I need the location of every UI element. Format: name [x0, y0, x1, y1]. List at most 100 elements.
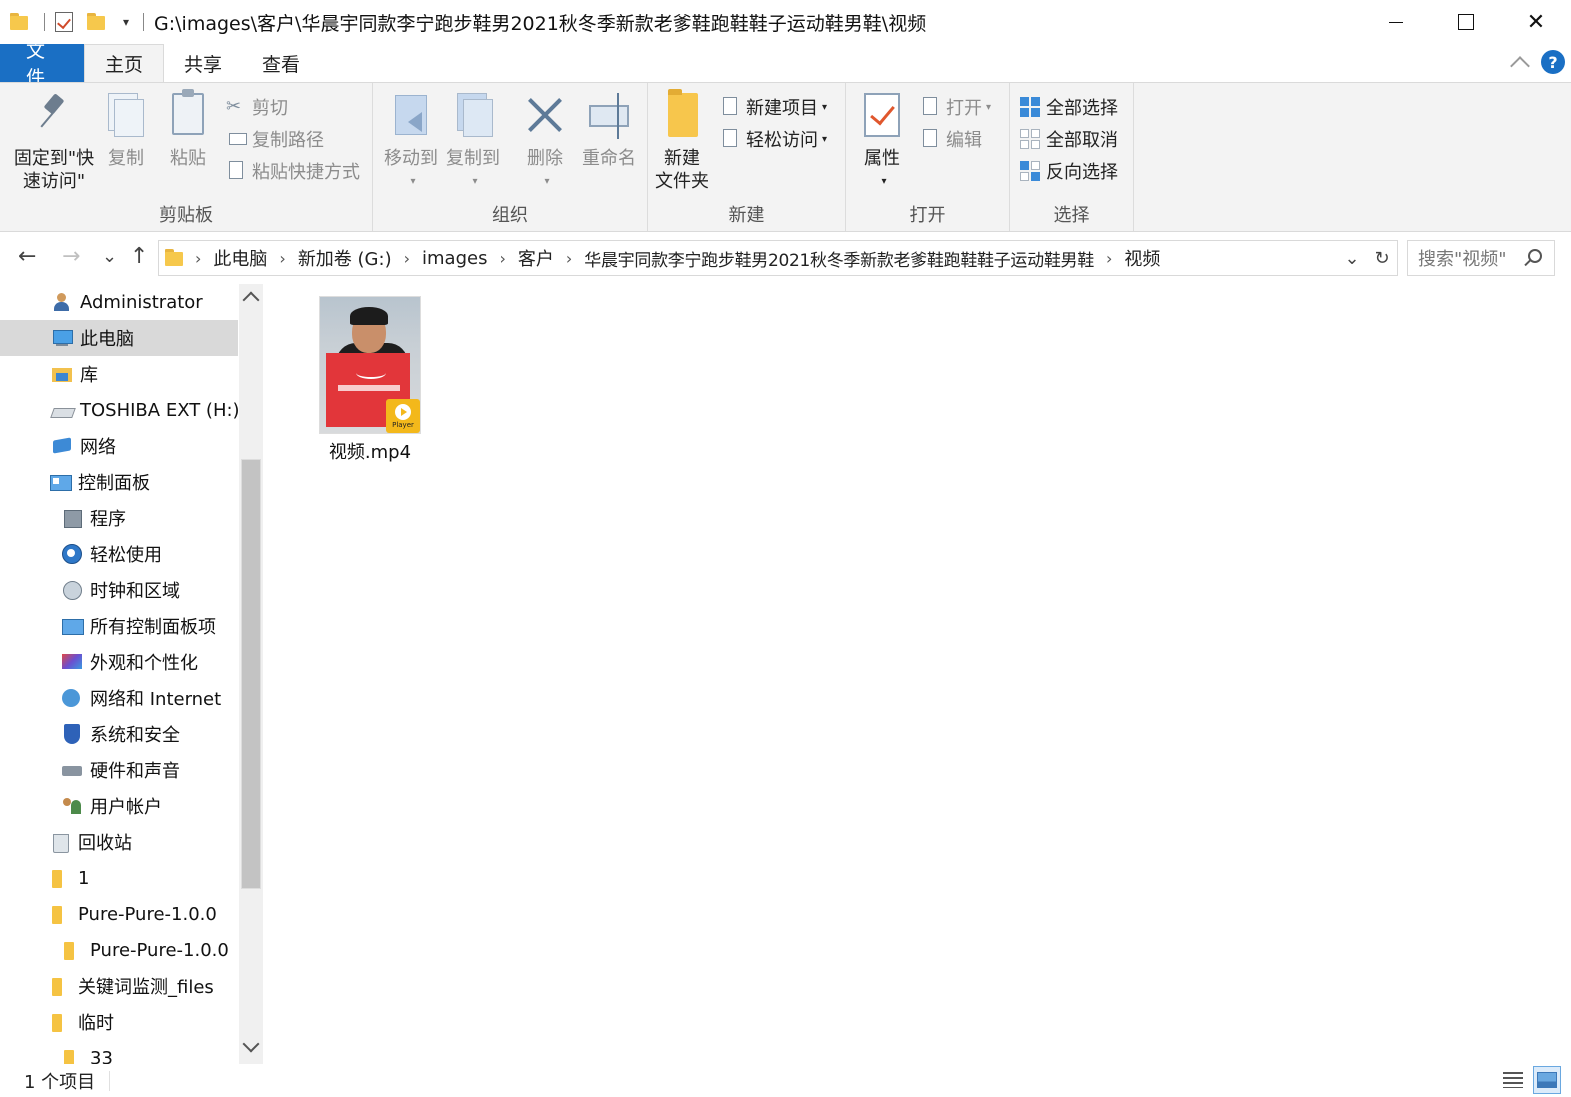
open-group-label: 打开 — [909, 205, 946, 226]
programs-icon — [62, 508, 82, 528]
scroll-down-arrow-icon[interactable] — [242, 1035, 260, 1053]
collapse-ribbon-icon[interactable] — [1510, 56, 1530, 76]
tab-share[interactable]: 共享 — [164, 44, 242, 82]
nav-item-folder-1[interactable]: 1 — [0, 860, 238, 896]
nav-item-hardware-sound[interactable]: 硬件和声音 — [0, 752, 238, 788]
nav-item-user-accounts[interactable]: 用户帐户 — [0, 788, 238, 824]
delete-button[interactable]: 删除 ▾ — [523, 91, 567, 193]
new-folder-line1: 新建 — [664, 148, 700, 169]
breadcrumb-images[interactable]: images — [422, 248, 487, 269]
paste-label: 粘贴 — [170, 148, 206, 169]
library-icon — [52, 364, 72, 384]
drive-icon — [52, 400, 72, 420]
edit-button[interactable]: 编辑 — [920, 125, 982, 153]
new-item-label: 新建项目 — [746, 98, 818, 119]
clipboard-group-label: 剪贴板 — [159, 205, 213, 226]
new-item-button[interactable]: 新建项目 ▾ — [720, 93, 827, 121]
refresh-button[interactable]: ↻ — [1367, 248, 1397, 269]
maximize-button[interactable] — [1431, 0, 1501, 44]
paste-button[interactable]: 粘贴 — [166, 89, 210, 170]
large-icons-view-button[interactable] — [1533, 1066, 1561, 1094]
forward-button[interactable]: → — [62, 244, 80, 269]
nav-item-recycle-bin[interactable]: 回收站 — [0, 824, 238, 860]
nav-item-network[interactable]: 网络 — [0, 428, 238, 464]
nav-item-pure-pure[interactable]: Pure-Pure-1.0.0 — [0, 896, 238, 932]
new-folder-qat-icon[interactable] — [87, 10, 109, 34]
easy-access-button[interactable]: 轻松访问 ▾ — [720, 125, 827, 153]
nav-item-network-internet[interactable]: 网络和 Internet — [0, 680, 238, 716]
customize-qat-dropdown[interactable]: ▾ — [123, 15, 129, 29]
back-button[interactable]: ← — [18, 244, 36, 269]
invert-selection-button[interactable]: 反向选择 — [1020, 157, 1118, 185]
pin-quick-access-button[interactable]: 固定到"快 速访问" — [12, 91, 96, 193]
paste-shortcut-label: 粘贴快捷方式 — [252, 162, 360, 183]
nav-item-folder-33[interactable]: 33 — [0, 1040, 238, 1064]
scroll-up-arrow-icon[interactable] — [242, 291, 260, 309]
paste-shortcut-button[interactable]: 粘贴快捷方式 — [226, 157, 360, 185]
paste-shortcut-icon — [226, 161, 246, 181]
tab-file[interactable]: 文件 — [0, 40, 84, 89]
nav-item-clock-region[interactable]: 时钟和区域 — [0, 572, 238, 608]
edit-icon — [920, 129, 940, 149]
nav-item-programs[interactable]: 程序 — [0, 500, 238, 536]
move-to-button[interactable]: 移动到 ▾ — [381, 91, 441, 193]
clipboard-group: 固定到"快 速访问" 复制 粘贴 ✂ 剪切 复制路径 粘贴快捷方式 剪贴板 — [0, 83, 373, 231]
nav-item-administrator[interactable]: Administrator — [0, 284, 238, 320]
nav-item-ease-of-access[interactable]: 轻松使用 — [0, 536, 238, 572]
breadcrumb-video[interactable]: 视频 — [1124, 245, 1160, 271]
scrollbar-thumb[interactable] — [241, 459, 261, 889]
breadcrumb-this-pc[interactable]: 此电脑 — [213, 245, 267, 271]
ribbon: 固定到"快 速访问" 复制 粘贴 ✂ 剪切 复制路径 粘贴快捷方式 剪贴板 移动… — [0, 82, 1571, 232]
navigation-scrollbar[interactable] — [239, 284, 263, 1064]
minimize-button[interactable] — [1361, 0, 1431, 44]
nav-item-this-pc[interactable]: 此电脑 — [0, 320, 238, 356]
move-to-label: 移动到 — [384, 148, 438, 169]
nav-item-toshiba-drive[interactable]: TOSHIBA EXT (H:) — [0, 392, 238, 428]
nav-item-library[interactable]: 库 — [0, 356, 238, 392]
copy-button[interactable]: 复制 — [104, 91, 148, 170]
pin-label-line1: 固定到"快 — [13, 148, 95, 169]
new-group: 新建 文件夹 新建项目 ▾ 轻松访问 ▾ 新建 — [648, 83, 846, 231]
up-button[interactable]: ↑ — [130, 244, 148, 269]
rename-button[interactable]: 重命名 — [577, 91, 641, 170]
nav-item-temp[interactable]: 临时 — [0, 1004, 238, 1040]
tab-home[interactable]: 主页 — [84, 44, 165, 82]
details-view-button[interactable] — [1499, 1066, 1527, 1094]
new-folder-button[interactable]: 新建 文件夹 — [654, 89, 710, 193]
breadcrumb-drive[interactable]: 新加卷 (G:) — [298, 245, 392, 271]
breadcrumb-product-folder[interactable]: 华晨宇同款李宁跑步鞋男2021秋冬季新款老爹鞋跑鞋鞋子运动鞋男鞋 — [584, 246, 1094, 271]
nav-item-system-security[interactable]: 系统和安全 — [0, 716, 238, 752]
file-item[interactable]: Player 视频.mp4 — [310, 296, 430, 464]
nav-item-control-panel[interactable]: 控制面板 — [0, 464, 238, 500]
search-input[interactable]: 搜索"视频" — [1407, 240, 1555, 276]
properties-button[interactable]: 属性 ▾ — [858, 91, 906, 193]
select-all-button[interactable]: 全部选择 — [1020, 93, 1118, 121]
copy-to-button[interactable]: 复制到 ▾ — [443, 91, 503, 193]
edit-label: 编辑 — [946, 130, 982, 151]
breadcrumb-customer[interactable]: 客户 — [518, 245, 554, 271]
cut-button[interactable]: ✂ 剪切 — [226, 93, 288, 121]
select-none-button[interactable]: 全部取消 — [1020, 125, 1118, 153]
tab-view[interactable]: 查看 — [242, 44, 320, 82]
recent-locations-button[interactable]: ⌄ — [102, 246, 117, 267]
delete-label: 删除 — [527, 148, 563, 169]
nav-item-all-control-panel-items[interactable]: 所有控制面板项 — [0, 608, 238, 644]
folder-icon — [62, 1048, 82, 1064]
search-icon[interactable] — [1528, 249, 1542, 263]
copy-path-button[interactable]: 复制路径 — [226, 125, 324, 153]
nav-item-pure-pure-sub[interactable]: Pure-Pure-1.0.0 — [0, 932, 238, 968]
nav-item-keyword-monitor-files[interactable]: 关键词监测_files — [0, 968, 238, 1004]
address-dropdown-button[interactable]: ⌄ — [1337, 248, 1367, 269]
quick-access-toolbar: ▾ — [0, 0, 154, 44]
nav-item-appearance[interactable]: 外观和个性化 — [0, 644, 238, 680]
close-button[interactable]: ✕ — [1501, 0, 1571, 44]
view-switcher — [1499, 1066, 1561, 1094]
user-accounts-icon — [62, 796, 82, 816]
select-all-label: 全部选择 — [1046, 98, 1118, 119]
copy-to-icon — [451, 91, 495, 141]
properties-qat-icon[interactable] — [55, 10, 77, 34]
address-bar[interactable]: › 此电脑 › 新加卷 (G:) › images › 客户 › 华晨宇同款李宁… — [158, 240, 1398, 276]
open-button[interactable]: 打开 ▾ — [920, 93, 991, 121]
open-group: 属性 ▾ 打开 ▾ 编辑 打开 — [846, 83, 1010, 231]
help-icon[interactable]: ? — [1541, 50, 1565, 74]
